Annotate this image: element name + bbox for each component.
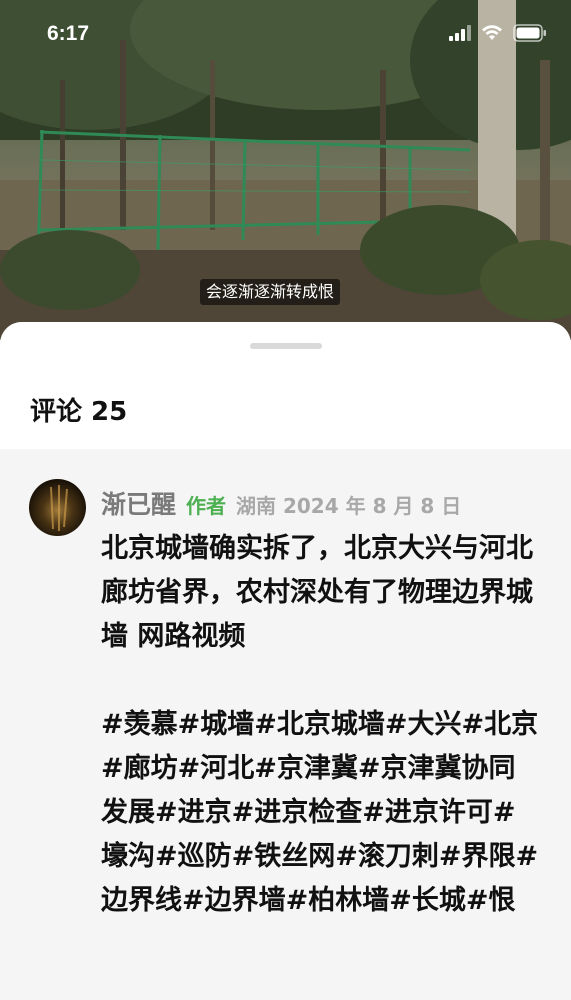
battery-icon xyxy=(513,24,546,42)
video-subtitle: 会逐渐逐渐转成恨 xyxy=(200,279,341,305)
comment-meta: 渐已醒 作者 湖南 2024 年 8 月 8 日 xyxy=(101,485,461,521)
comments-sheet: 评论 25 渐已醒 作者 湖南 2024 年 8 月 8 日 北京城墙确实拆了，… xyxy=(0,322,571,1000)
sheet-handle[interactable] xyxy=(250,343,322,349)
avatar[interactable] xyxy=(29,479,86,536)
status-bar: 6:17 xyxy=(0,0,571,68)
sheet-header: 评论 25 xyxy=(0,322,571,449)
signal-icon xyxy=(449,25,471,41)
wifi-icon xyxy=(482,25,502,40)
comments-title: 评论 25 xyxy=(30,397,128,427)
comment-text: 北京城墙确实拆了，北京大兴与河北廊坊省界，农村深处有了物理边界城墙 网路视频 #… xyxy=(101,533,539,916)
status-icons xyxy=(449,24,547,42)
status-time: 6:17 xyxy=(47,22,90,45)
avatar-image xyxy=(50,485,68,531)
comment-author[interactable]: 渐已醒 xyxy=(101,485,176,521)
author-badge: 作者 xyxy=(186,494,227,518)
comment-location-date: 湖南 2024 年 8 月 8 日 xyxy=(236,494,462,518)
